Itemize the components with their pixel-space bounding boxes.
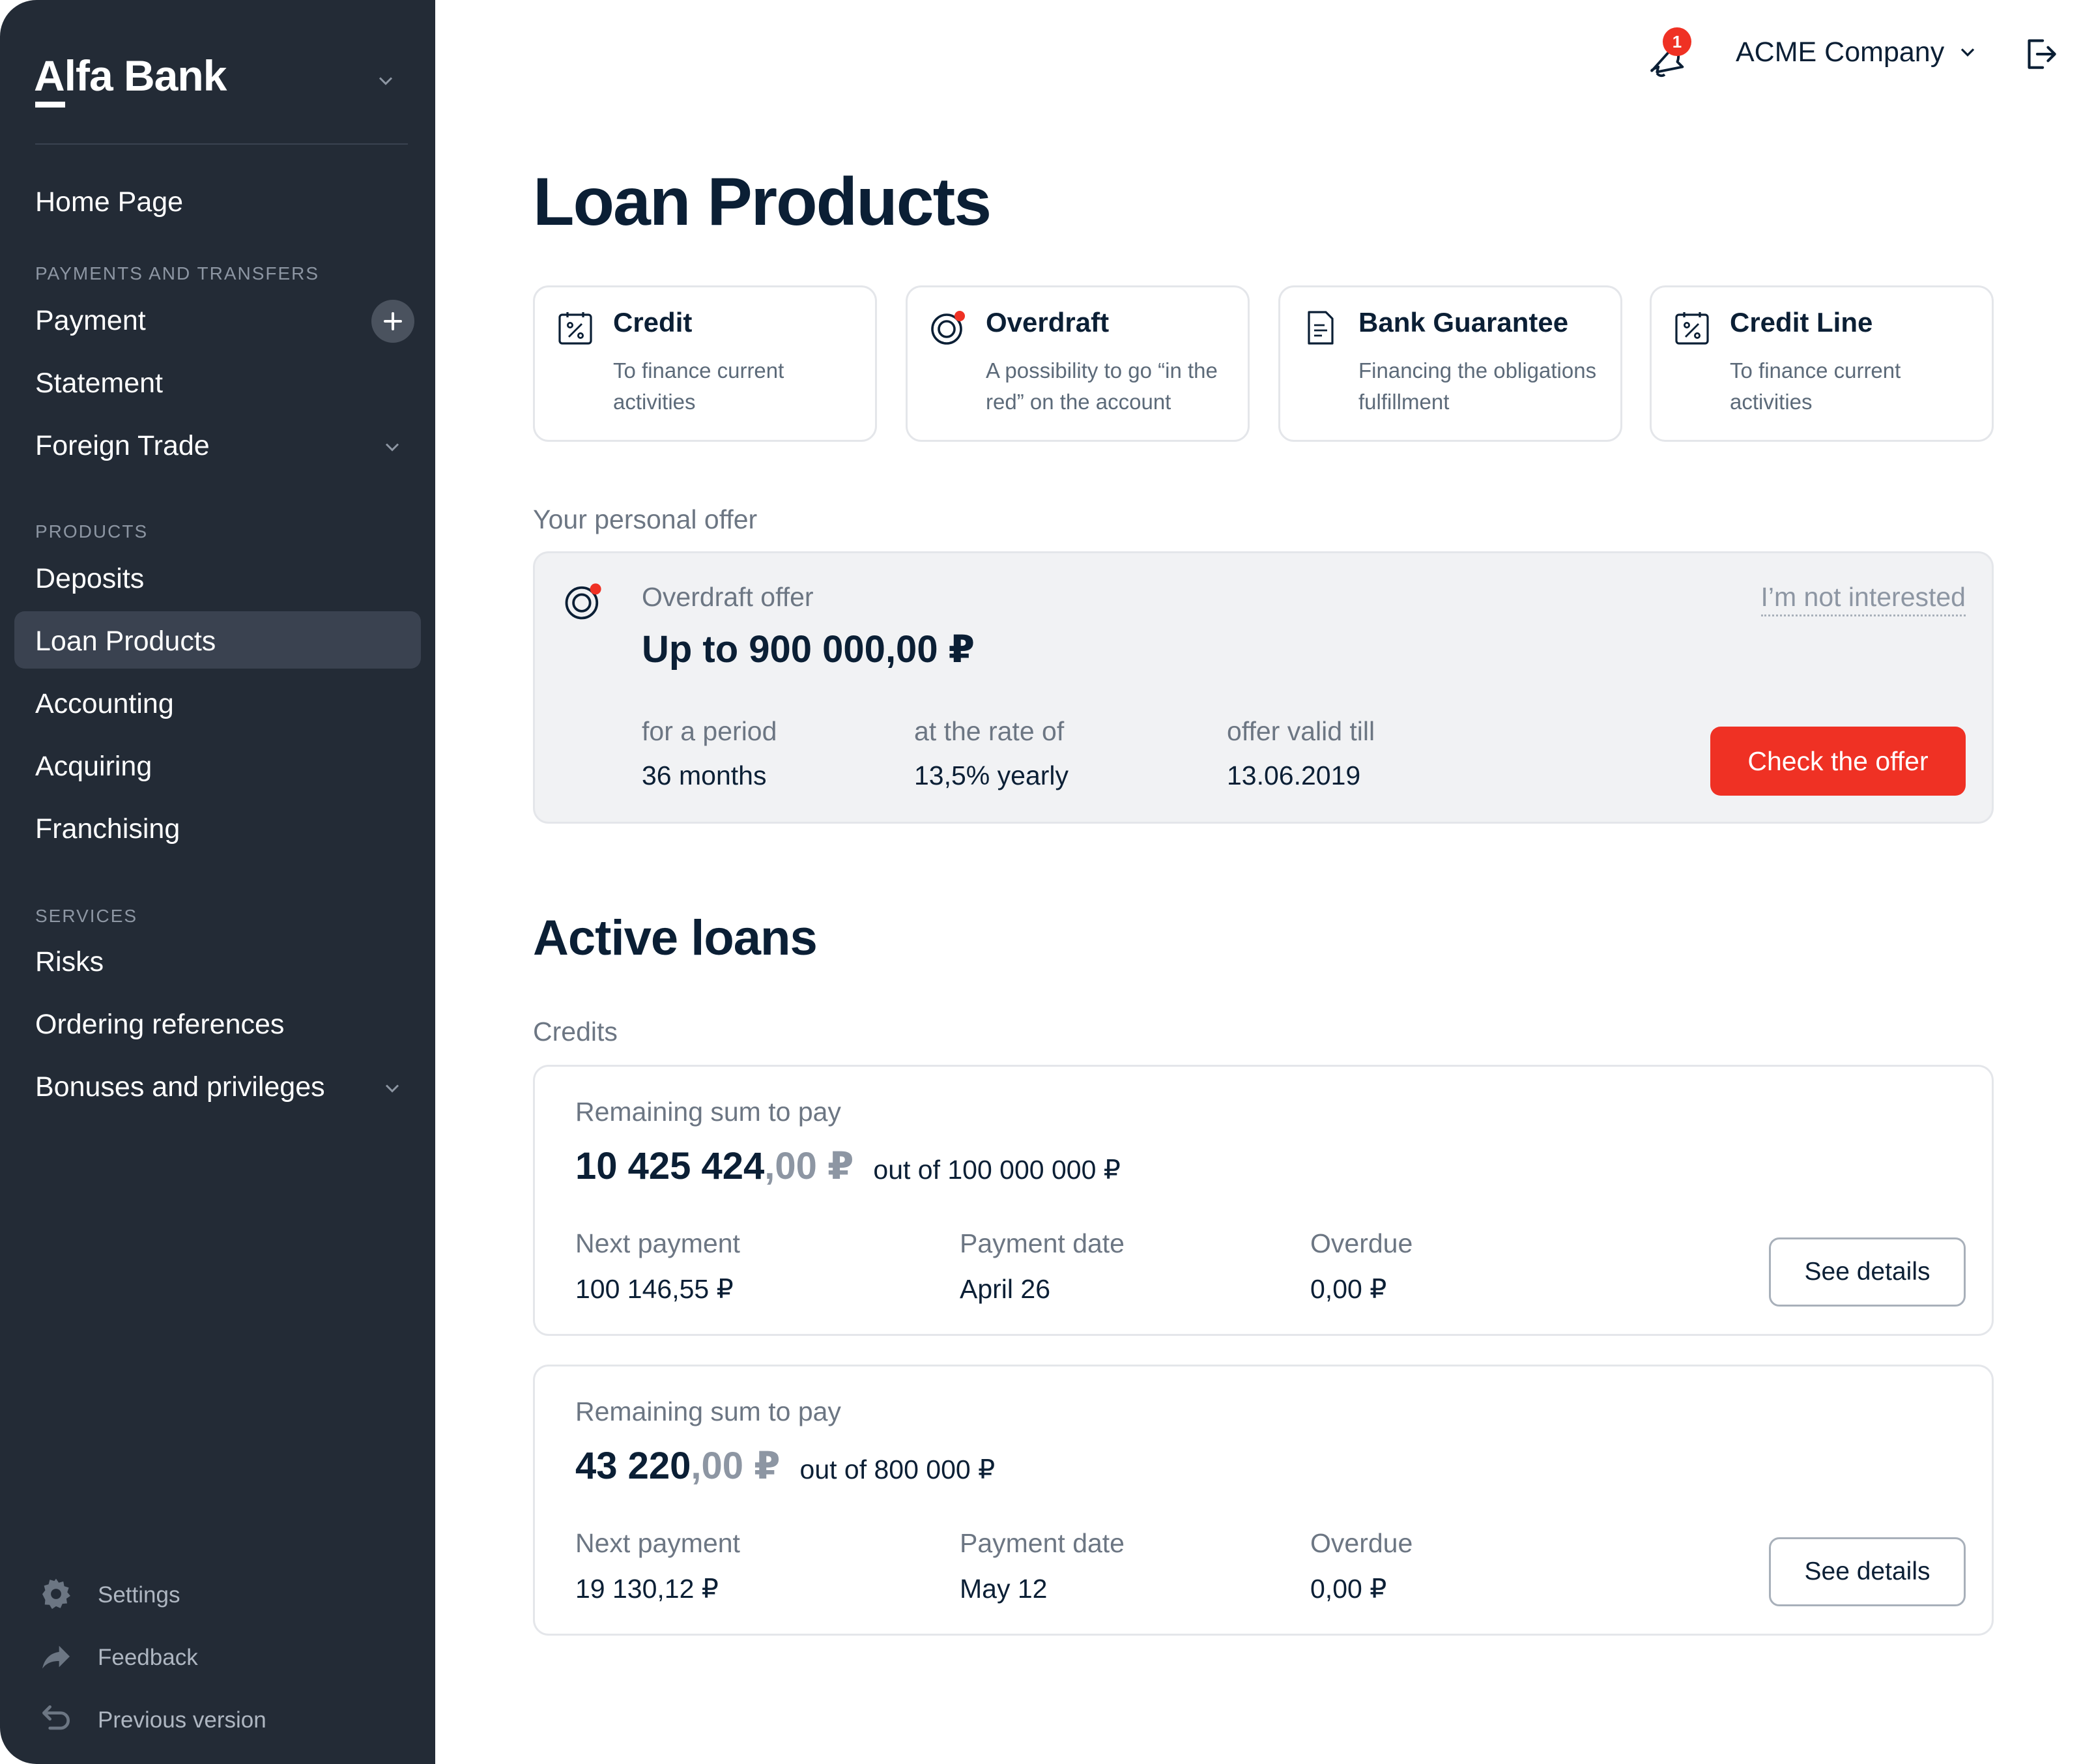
- loan-total: out of 100 000 000 ₽: [873, 1155, 1121, 1185]
- product-card-credit-line[interactable]: Credit Line To finance current activitie…: [1650, 285, 1994, 442]
- plus-icon: [384, 312, 402, 330]
- divider: [35, 143, 408, 145]
- sidebar-item-risks[interactable]: Risks: [35, 944, 104, 980]
- overdue-value: 0,00 ₽: [1310, 1274, 1387, 1304]
- amount-cents: ,00 ₽: [764, 1145, 854, 1187]
- loan-card: Remaining sum to pay 10 425 424,00 ₽ out …: [533, 1065, 1994, 1336]
- amount-whole: 43 220: [575, 1445, 691, 1487]
- payment-date-label: Payment date: [960, 1528, 1125, 1558]
- logout-icon[interactable]: [2018, 33, 2061, 76]
- sidebar-item-franchising[interactable]: Franchising: [35, 811, 180, 847]
- sidebar-item-statement[interactable]: Statement: [35, 365, 163, 401]
- product-card-overdraft[interactable]: Overdraft A possibility to go “in the re…: [906, 285, 1250, 442]
- sidebar-item-deposits[interactable]: Deposits: [35, 560, 144, 597]
- percent-calendar-icon: [1675, 312, 1709, 345]
- product-title: Bank Guarantee: [1358, 307, 1569, 338]
- company-selector[interactable]: ACME Company: [1736, 34, 1944, 70]
- product-title: Overdraft: [986, 307, 1110, 338]
- sidebar: Alfa Bank Home Page PAYMENTS AND TRANSFE…: [0, 0, 435, 1764]
- personal-offer-label: Your personal offer: [533, 504, 758, 534]
- settings-link[interactable]: Settings: [98, 1580, 180, 1611]
- amount-whole: 10 425 424: [575, 1145, 765, 1187]
- section-label-services: SERVICES: [35, 906, 138, 926]
- section-label-payments: PAYMENTS AND TRANSFERS: [35, 263, 320, 283]
- period-label: for a period: [642, 716, 777, 746]
- rate-label: at the rate of: [914, 716, 1065, 746]
- product-card-bank-guarantee[interactable]: Bank Guarantee Financing the obligations…: [1278, 285, 1622, 442]
- valid-till-value: 13.06.2019: [1227, 760, 1361, 790]
- sidebar-item-ordering-references[interactable]: Ordering references: [35, 1006, 284, 1043]
- chevron-down-icon[interactable]: [380, 1077, 404, 1100]
- feedback-link[interactable]: Feedback: [98, 1642, 198, 1673]
- overdue-label: Overdue: [1310, 1528, 1413, 1558]
- sidebar-item-foreign-trade[interactable]: Foreign Trade: [35, 427, 210, 464]
- notification-badge: 1: [1663, 27, 1691, 56]
- next-payment-value: 19 130,12 ₽: [575, 1574, 719, 1604]
- overdraft-icon: [565, 583, 601, 620]
- loan-total: out of 800 000 ₽: [799, 1454, 996, 1484]
- document-icon: [1308, 311, 1334, 345]
- percent-calendar-icon: [558, 312, 592, 345]
- remaining-sum-label: Remaining sum to pay: [575, 1396, 841, 1426]
- next-payment-label: Next payment: [575, 1228, 740, 1258]
- overdraft-icon: [931, 311, 965, 345]
- loan-card: Remaining sum to pay 43 220,00 ₽ out of 8…: [533, 1365, 1994, 1636]
- offer-amount: Up to 900 000,00 ₽: [642, 628, 975, 671]
- gear-icon[interactable]: [38, 1576, 74, 1612]
- overdue-label: Overdue: [1310, 1228, 1413, 1258]
- product-description: Financing the obligations fulfillment: [1358, 358, 1597, 414]
- payment-date-value: April 26: [960, 1274, 1051, 1304]
- see-details-button[interactable]: See details: [1769, 1537, 1966, 1606]
- payment-date-value: May 12: [960, 1574, 1048, 1604]
- product-description: To finance current activities: [613, 358, 784, 414]
- sidebar-item-home[interactable]: Home Page: [35, 184, 183, 220]
- next-payment-value: 100 146,55 ₽: [575, 1274, 734, 1304]
- remaining-sum: 43 220,00 ₽ out of 800 000 ₽: [575, 1442, 995, 1494]
- sidebar-item-acquiring[interactable]: Acquiring: [35, 748, 152, 785]
- sidebar-item-accounting[interactable]: Accounting: [35, 686, 174, 722]
- sidebar-item-bonuses[interactable]: Bonuses and privileges: [35, 1069, 325, 1105]
- product-title: Credit Line: [1730, 307, 1873, 338]
- sidebar-item-loan-products[interactable]: Loan Products: [35, 623, 216, 659]
- active-loans-title: Active loans: [533, 910, 818, 966]
- valid-till-label: offer valid till: [1227, 716, 1375, 746]
- offer-type: Overdraft offer: [642, 582, 814, 612]
- product-description: To finance current activities: [1730, 358, 1901, 414]
- next-payment-label: Next payment: [575, 1528, 740, 1558]
- add-payment-button[interactable]: [371, 300, 414, 343]
- chevron-down-icon[interactable]: [1956, 40, 1979, 64]
- personal-offer-card: Overdraft offer Up to 900 000,00 ₽ I’m n…: [533, 551, 1994, 824]
- page-title: Loan Products: [533, 164, 992, 240]
- payment-date-label: Payment date: [960, 1228, 1125, 1258]
- rate-value: 13,5% yearly: [914, 760, 1069, 790]
- remaining-sum: 10 425 424,00 ₽ out of 100 000 000 ₽: [575, 1142, 1121, 1194]
- bank-logo[interactable]: Alfa Bank: [34, 51, 227, 100]
- overdue-value: 0,00 ₽: [1310, 1574, 1387, 1604]
- check-offer-button[interactable]: Check the offer: [1710, 727, 1966, 796]
- credits-label: Credits: [533, 1017, 618, 1047]
- chevron-down-icon[interactable]: [380, 435, 404, 459]
- sidebar-item-payment[interactable]: Payment: [35, 302, 146, 339]
- product-title: Credit: [613, 307, 693, 338]
- amount-cents: ,00 ₽: [691, 1445, 781, 1487]
- see-details-button[interactable]: See details: [1769, 1237, 1966, 1307]
- share-arrow-icon[interactable]: [38, 1638, 74, 1675]
- undo-icon[interactable]: [38, 1701, 74, 1737]
- product-description: A possibility to go “in the red” on the …: [986, 358, 1218, 414]
- product-card-credit[interactable]: Credit To finance current activities: [533, 285, 877, 442]
- section-label-products: PRODUCTS: [35, 521, 149, 542]
- not-interested-link[interactable]: I’m not interested: [1760, 579, 1966, 616]
- previous-version-link[interactable]: Previous version: [98, 1705, 266, 1736]
- remaining-sum-label: Remaining sum to pay: [575, 1097, 841, 1127]
- chevron-down-icon[interactable]: [374, 69, 397, 93]
- logo-underline: [35, 102, 65, 108]
- period-value: 36 months: [642, 760, 767, 790]
